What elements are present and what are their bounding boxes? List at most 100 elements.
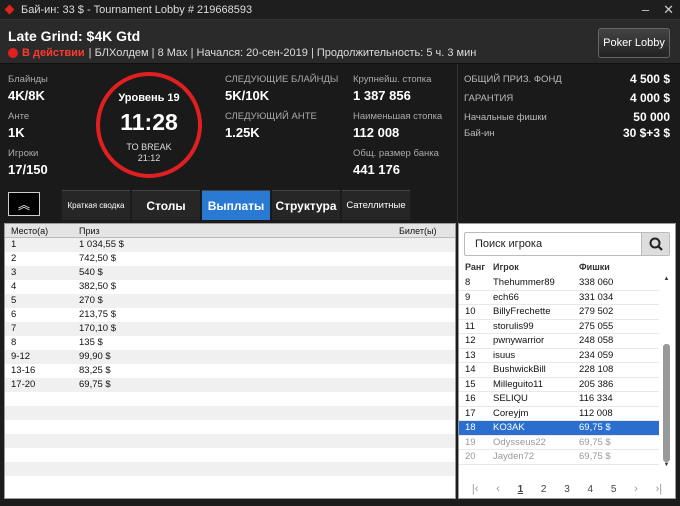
table-row: 7 170,10 $ (5, 322, 455, 336)
tab-satellites[interactable]: Сателлитные (342, 190, 410, 220)
clock-time: 11:28 (120, 109, 178, 135)
list-item[interactable]: 20 Jayden72 69,75 $ (459, 450, 659, 465)
prev-page-icon[interactable]: ‹ (496, 483, 500, 495)
list-item[interactable]: 19 Odysseus22 69,75 $ (459, 436, 659, 450)
list-item[interactable]: 17 Coreyjm 112 008 (459, 407, 659, 421)
player-name: KO3AK (493, 422, 525, 433)
search-button[interactable] (641, 233, 669, 255)
player-rank: 15 (465, 378, 476, 390)
payout-prize: 742,50 $ (79, 253, 116, 264)
page-link[interactable]: 3 (564, 484, 570, 495)
payout-prize: 135 $ (79, 337, 103, 348)
players-label: Игроки (8, 148, 39, 159)
list-item[interactable]: 13 isuus 234 059 (459, 349, 659, 363)
status-dot-icon (8, 48, 18, 58)
list-item[interactable]: 10 BillyFrechette 279 502 (459, 305, 659, 320)
player-chips: 205 386 (579, 378, 614, 390)
guarantee-label: ГАРАНТИЯ (464, 92, 514, 104)
list-item[interactable]: 16 SELIQU 116 334 (459, 392, 659, 407)
page-link[interactable]: 5 (611, 484, 617, 495)
page-link[interactable]: 1 (518, 484, 524, 495)
list-item[interactable]: 14 BushwickBill 228 108 (459, 363, 659, 378)
player-name: Coreyjm (493, 407, 529, 419)
player-name: BushwickBill (493, 364, 546, 375)
player-chips: 248 058 (579, 335, 614, 346)
prize-panel: ОБЩИЙ ПРИЗ. ФОНД 4 500 $ ГАРАНТИЯ 4 000 $ … (457, 64, 680, 222)
table-row: 3 540 $ (5, 266, 455, 280)
players-panel: Поиск игрока Ранг Игрок Фишки 8 Thehummer… (458, 223, 676, 499)
col-rank[interactable]: Ранг (465, 262, 485, 272)
player-chips: 234 059 (579, 349, 614, 361)
players-scrollbar[interactable]: ▲ ▼ (662, 276, 671, 472)
search-input[interactable]: Поиск игрока (475, 238, 542, 250)
col-tickets[interactable]: Билет(ы) (399, 226, 436, 236)
col-chips[interactable]: Фишки (579, 262, 610, 272)
player-rank: 8 (465, 277, 471, 288)
page-link[interactable]: 2 (541, 484, 547, 495)
player-chips: 69,75 $ (579, 422, 611, 433)
payout-place: 13-16 (11, 365, 36, 376)
poker-lobby-button[interactable]: Poker Lobby (598, 28, 670, 58)
next-page-icon[interactable]: › (634, 483, 638, 495)
col-player[interactable]: Игрок (493, 262, 519, 272)
player-chips: 275 055 (579, 320, 614, 332)
list-item[interactable]: 9 ech66 331 034 (459, 291, 659, 305)
payout-place: 9-12 (11, 351, 31, 362)
player-rank: 17 (465, 407, 476, 419)
window-title: Бай-ин: 33 $ - Tournament Lobby # 219668… (21, 3, 253, 16)
table-row: 2 742,50 $ (5, 252, 455, 266)
blinds-value: 4K/8K (8, 88, 45, 103)
payout-prize: 540 $ (79, 267, 103, 278)
page-link[interactable]: 4 (588, 484, 594, 495)
payout-place: 3 (11, 267, 17, 278)
player-rank: 18 (465, 422, 476, 433)
payout-prize: 170,10 $ (79, 323, 116, 334)
smallest-stack-value: 112 008 (353, 125, 400, 140)
last-page-icon[interactable]: ›| (656, 483, 663, 495)
players-value: 17/150 (8, 162, 48, 177)
scroll-down-icon[interactable]: ▼ (662, 462, 671, 471)
player-name: Jayden72 (493, 451, 535, 462)
tab-tables[interactable]: Столы (132, 190, 200, 220)
average-stack-label: Общ. размер банка (353, 148, 439, 159)
tab-summary[interactable]: Краткая сводка (62, 190, 130, 220)
list-item[interactable]: 12 pwnywarrior 248 058 (459, 334, 659, 349)
tab-structure[interactable]: Структура (272, 190, 340, 220)
col-place[interactable]: Место(а) (11, 226, 48, 236)
scroll-thumb[interactable] (663, 344, 670, 462)
players-header: Ранг Игрок Фишки (459, 262, 659, 274)
list-item[interactable]: 18 KO3AK 69,75 $ (459, 421, 659, 436)
players-rows: 8 Thehummer89 338 060 9 ech66 331 034 10 BillyF… (459, 276, 659, 465)
lobby-tabs: Краткая сводка Столы Выплаты Структура С… (62, 190, 410, 220)
tab-payouts[interactable]: Выплаты (202, 190, 270, 220)
list-item[interactable]: 8 Thehummer89 338 060 (459, 276, 659, 291)
payout-place: 4 (11, 281, 17, 292)
table-row (5, 462, 455, 476)
payout-place: 7 (11, 323, 17, 334)
first-page-icon[interactable]: |‹ (472, 483, 479, 495)
player-name: Milleguito11 (493, 378, 543, 390)
clock-level: Уровень 19 (118, 92, 180, 104)
close-icon[interactable]: ✕ (663, 2, 674, 18)
payout-prize: 382,50 $ (79, 281, 116, 292)
table-row (5, 420, 455, 434)
tournament-name: Late Grind: $4K Gtd (8, 28, 141, 44)
player-rank: 12 (465, 335, 476, 346)
player-rank: 16 (465, 393, 476, 404)
blinds-label: Блайнды (8, 74, 48, 85)
table-row: 9-12 99,90 $ (5, 350, 455, 364)
list-item[interactable]: 15 Milleguito11 205 386 (459, 378, 659, 392)
list-item[interactable]: 11 storulis99 275 055 (459, 320, 659, 334)
col-prize[interactable]: Приз (79, 226, 100, 236)
title-bar: Бай-ин: 33 $ - Tournament Lobby # 219668… (0, 0, 680, 20)
scroll-up-icon[interactable]: ▲ (662, 276, 671, 285)
clock-break-time: 21:12 (137, 153, 161, 163)
player-rank: 9 (465, 291, 471, 303)
table-row: 17-20 69,75 $ (5, 378, 455, 392)
minimize-icon[interactable]: – (642, 2, 649, 18)
player-search[interactable]: Поиск игрока (464, 232, 670, 256)
payout-place: 6 (11, 309, 17, 320)
collapse-button[interactable]: ︽ (8, 192, 40, 216)
player-chips: 116 334 (579, 393, 613, 404)
player-name: SELIQU (493, 393, 528, 404)
